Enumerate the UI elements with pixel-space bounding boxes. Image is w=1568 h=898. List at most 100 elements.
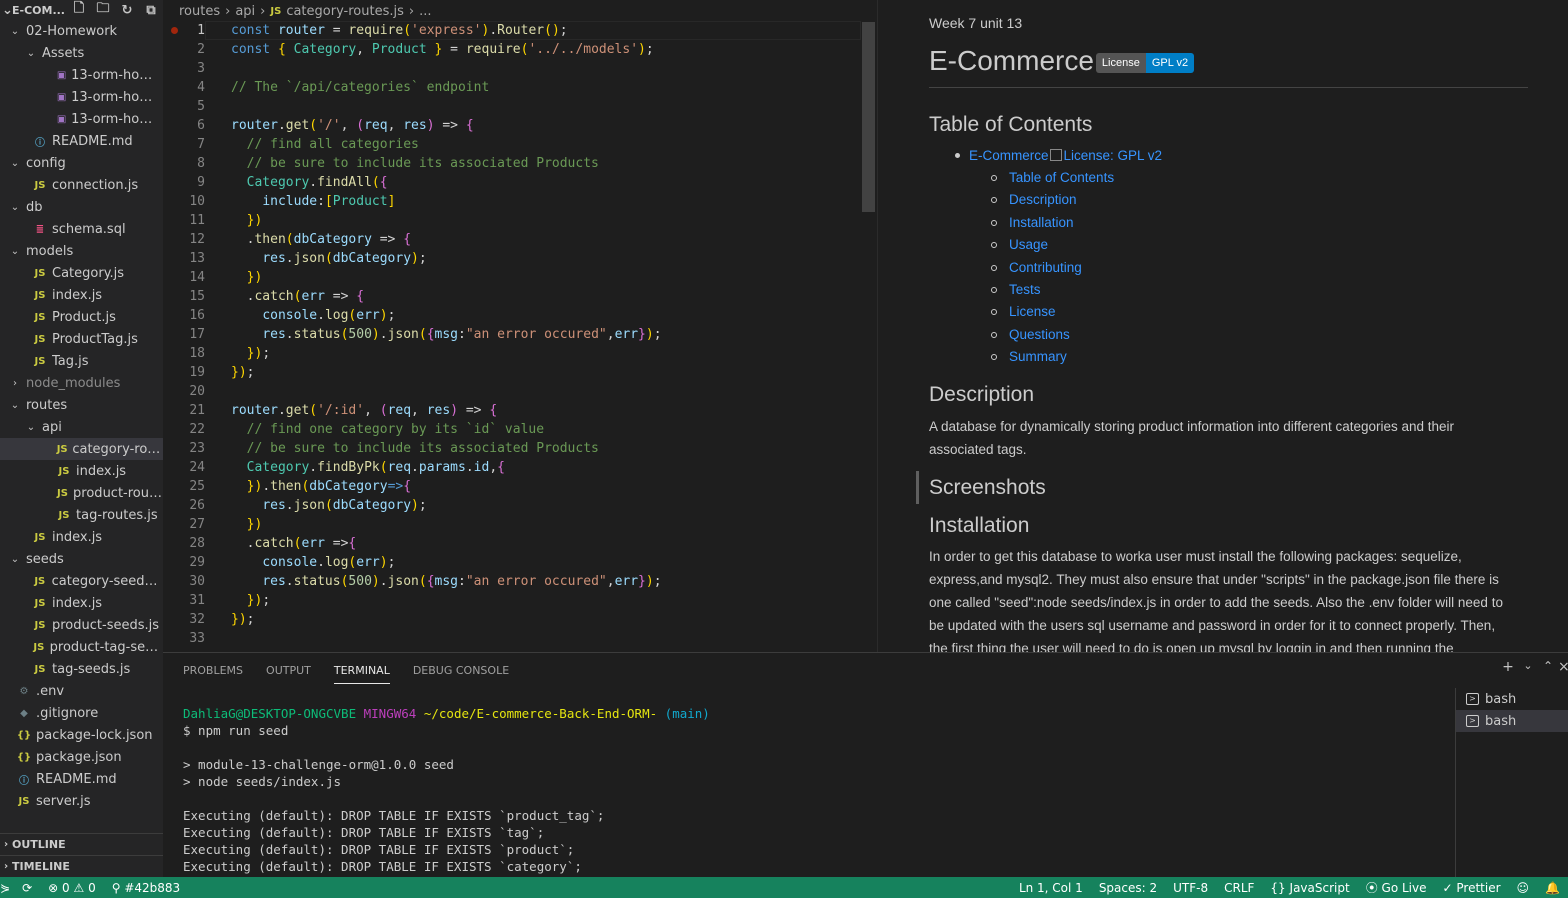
problems-indicator[interactable]: ⊗ 0 ⚠ 0 <box>40 881 104 895</box>
tab-terminal[interactable]: TERMINAL <box>333 658 390 684</box>
folder-item[interactable]: ⌄ db <box>0 196 163 218</box>
encoding[interactable]: UTF-8 <box>1165 881 1216 895</box>
toc-link[interactable]: Usage <box>991 234 1568 257</box>
new-terminal-icon[interactable]: + <box>1498 659 1518 675</box>
file-item[interactable]: ≣ schema.sql <box>0 218 163 240</box>
code-line[interactable]: 11 }) <box>163 211 863 230</box>
file-item[interactable]: ⚙ .env <box>0 680 163 702</box>
file-item[interactable]: ▣ 13-orm-homework... <box>0 86 163 108</box>
file-item[interactable]: JS index.js <box>0 460 163 482</box>
code-line[interactable]: 25 }).then(dbCategory=>{ <box>163 477 863 496</box>
folder-item[interactable]: ⌄ 02-Homework <box>0 20 163 42</box>
code-line[interactable]: 31 }); <box>163 591 863 610</box>
new-folder-icon[interactable]: 🗀 <box>91 0 115 21</box>
toc-link[interactable]: Questions <box>991 324 1568 347</box>
code-line[interactable]: 22 // find one category by its `id` valu… <box>163 420 863 439</box>
toc-link[interactable]: Description <box>991 189 1568 212</box>
folder-item[interactable]: › node_modules <box>0 372 163 394</box>
chevron-down-icon[interactable]: ⌄ <box>1518 659 1538 675</box>
commit-indicator[interactable]: ⚲ #42b883 <box>104 881 188 895</box>
file-item[interactable]: JS tag-seeds.js <box>0 658 163 680</box>
code-line[interactable]: 30 res.status(500).json({msg:"an error o… <box>163 572 863 591</box>
chevron-down-icon[interactable]: ⌄ <box>2 3 13 18</box>
file-item[interactable]: JS tag-routes.js <box>0 504 163 526</box>
code-line[interactable]: 32}); <box>163 610 863 629</box>
code-line[interactable]: 17 res.status(500).json({msg:"an error o… <box>163 325 863 344</box>
file-item[interactable]: JS index.js <box>0 526 163 548</box>
file-item[interactable]: JS product-seeds.js <box>0 614 163 636</box>
code-line[interactable]: 3 <box>163 59 863 78</box>
code-line[interactable]: 27 }) <box>163 515 863 534</box>
breadcrumb-api[interactable]: api <box>235 4 255 19</box>
file-item[interactable]: ◆ .gitignore <box>0 702 163 724</box>
code-line[interactable]: 24 Category.findByPk(req.params.id,{ <box>163 458 863 477</box>
outline-section[interactable]: › OUTLINE <box>0 833 163 855</box>
toc-link[interactable]: Table of Contents <box>991 167 1568 190</box>
file-item[interactable]: JS Category.js <box>0 262 163 284</box>
refresh-icon[interactable]: ↻ <box>115 3 139 18</box>
file-item[interactable]: JS product-tag-seeds.js <box>0 636 163 658</box>
sync-icon[interactable]: ⟳ <box>14 881 40 895</box>
folder-item[interactable]: ⌄ models <box>0 240 163 262</box>
editor-scrollbar[interactable] <box>862 22 875 212</box>
code-line[interactable]: 2 const { Category, Product } = require('… <box>163 40 863 59</box>
code-line[interactable]: 5 <box>163 97 863 116</box>
toc-link[interactable]: Contributing <box>991 257 1568 280</box>
code-line[interactable]: 16 console.log(err); <box>163 306 863 325</box>
collapse-all-icon[interactable]: ⧉ <box>139 3 163 18</box>
code-line[interactable]: 20 <box>163 382 863 401</box>
go-live-button[interactable]: ⦿ Go Live <box>1358 879 1435 896</box>
cursor-position[interactable]: Ln 1, Col 1 <box>1011 881 1091 895</box>
remote-icon[interactable]: ⋟ <box>0 881 14 895</box>
explorer-title[interactable]: E-COM... <box>12 4 67 17</box>
code-line[interactable]: 1 const router = require('express').Route… <box>163 21 863 40</box>
code-line[interactable]: 14 }) <box>163 268 863 287</box>
toc-link[interactable]: Installation <box>991 212 1568 235</box>
file-item[interactable]: JS connection.js <box>0 174 163 196</box>
file-item[interactable]: JS category-routes.js <box>0 438 163 460</box>
file-item[interactable]: JS index.js <box>0 284 163 306</box>
close-panel-icon[interactable]: × <box>1558 659 1568 675</box>
file-item[interactable]: ▣ 13-orm-homework... <box>0 108 163 130</box>
terminal-item[interactable]: > bash <box>1456 710 1568 732</box>
code-line[interactable]: 23 // be sure to include its associated … <box>163 439 863 458</box>
file-item[interactable]: JS Product.js <box>0 306 163 328</box>
code-line[interactable]: 13 res.json(dbCategory); <box>163 249 863 268</box>
code-line[interactable]: 26 res.json(dbCategory); <box>163 496 863 515</box>
timeline-section[interactable]: › TIMELINE <box>0 855 163 877</box>
code-line[interactable]: 7 // find all categories <box>163 135 863 154</box>
breadcrumb-symbol[interactable]: ... <box>419 4 431 19</box>
code-line[interactable]: 18 }); <box>163 344 863 363</box>
file-item[interactable]: JS product-routes.js <box>0 482 163 504</box>
notifications-icon[interactable]: 🔔 <box>1537 881 1568 895</box>
code-area[interactable]: 1 const router = require('express').Route… <box>163 21 863 648</box>
file-item[interactable]: ▣ 13-orm-homework... <box>0 64 163 86</box>
tab-problems[interactable]: PROBLEMS <box>183 653 243 689</box>
code-line[interactable]: 8 // be sure to include its associated P… <box>163 154 863 173</box>
maximize-panel-icon[interactable]: ⌃ <box>1538 659 1558 675</box>
code-line[interactable]: 9 Category.findAll({ <box>163 173 863 192</box>
folder-item[interactable]: ⌄ api <box>0 416 163 438</box>
new-file-icon[interactable]: 🗋 <box>67 0 91 21</box>
code-editor[interactable]: routes › api › JS category-routes.js › .… <box>163 0 877 652</box>
license-badge[interactable]: License GPL v2 <box>1095 53 1195 73</box>
tab-output[interactable]: OUTPUT <box>266 653 311 689</box>
tab-debug-console[interactable]: DEBUG CONSOLE <box>413 653 509 689</box>
terminal-item[interactable]: > bash <box>1456 688 1568 710</box>
folder-item[interactable]: ⌄ routes <box>0 394 163 416</box>
file-item[interactable]: ⓘ README.md <box>0 130 163 152</box>
code-line[interactable]: 10 include:[Product] <box>163 192 863 211</box>
file-item[interactable]: {} package.json <box>0 746 163 768</box>
code-line[interactable]: 19}); <box>163 363 863 382</box>
folder-item[interactable]: ⌄ config <box>0 152 163 174</box>
folder-item[interactable]: ⌄ Assets <box>0 42 163 64</box>
end-of-line[interactable]: CRLF <box>1216 881 1262 895</box>
code-line[interactable]: 33 <box>163 629 863 648</box>
breadcrumb-routes[interactable]: routes <box>179 4 220 19</box>
toc-link[interactable]: License <box>991 301 1568 324</box>
code-line[interactable]: 21 router.get('/:id', (req, res) => { <box>163 401 863 420</box>
terminal-output[interactable]: DahliaG@DESKTOP-ONGCVBE MINGW64 ~/code/E… <box>183 705 1453 875</box>
file-item[interactable]: JS index.js <box>0 592 163 614</box>
code-line[interactable]: 15 .catch(err => { <box>163 287 863 306</box>
code-line[interactable]: 6 router.get('/', (req, res) => { <box>163 116 863 135</box>
